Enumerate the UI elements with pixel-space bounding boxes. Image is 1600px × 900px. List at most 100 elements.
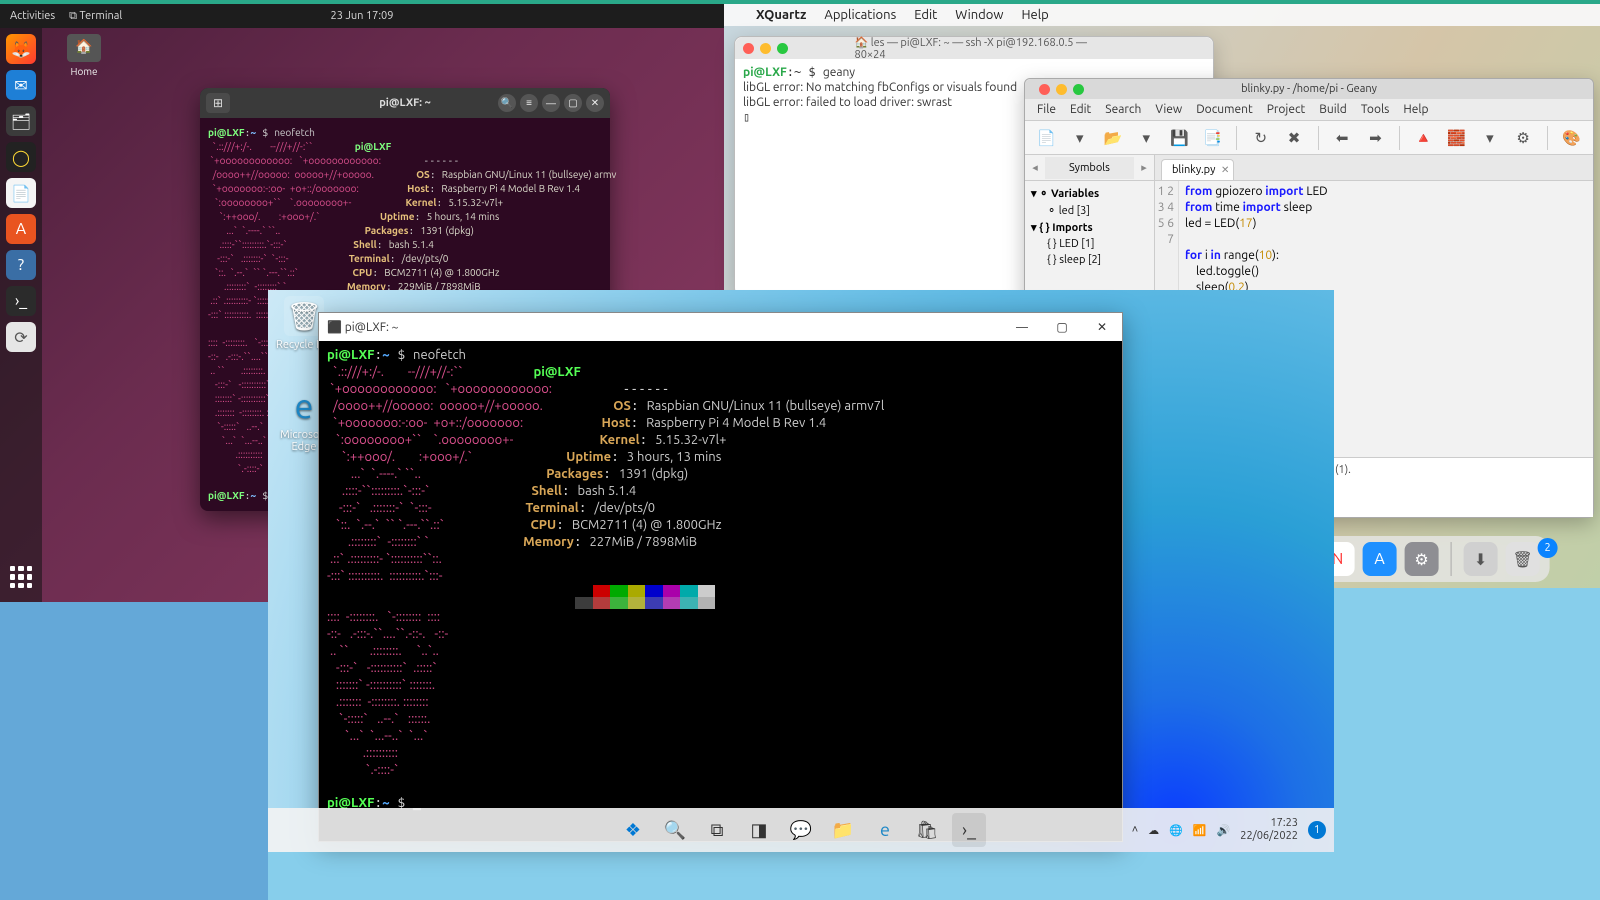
error-line: libGL error: failed to load driver: swra… [743, 96, 952, 109]
menu-applications[interactable]: Applications [824, 8, 896, 22]
trash-icon[interactable]: 🗑2 [1506, 542, 1540, 576]
close-icon[interactable] [1039, 84, 1050, 95]
geany-menu-bar: File Edit Search View Document Project B… [1025, 99, 1593, 121]
tab-scroll-left-icon[interactable]: ◂ [1025, 161, 1045, 174]
software-center-icon[interactable]: A [6, 214, 36, 244]
firefox-icon[interactable]: 🦊 [6, 34, 36, 64]
zoom-icon[interactable] [1073, 84, 1084, 95]
minimize-icon[interactable]: — [542, 94, 560, 112]
new-file-icon[interactable]: 📄 [1035, 126, 1058, 150]
window-title: pi@LXF: ~ [345, 321, 399, 334]
window-titlebar[interactable]: blinky.py - /home/pi - Geany [1025, 79, 1593, 99]
thunderbird-icon[interactable]: ✉ [6, 70, 36, 100]
close-tab-icon[interactable]: ✕ [1221, 164, 1229, 176]
maximize-icon[interactable]: ▢ [1042, 313, 1082, 341]
window-titlebar[interactable]: ⬛ pi@LXF: ~ — ▢ ✕ [319, 313, 1122, 341]
minimize-icon[interactable] [760, 43, 771, 54]
menu-project[interactable]: Project [1267, 103, 1306, 116]
windows-desktop: 🗑Recycle Bin eMicrosoft Edge ⬛ pi@LXF: ~… [268, 290, 1334, 852]
help-icon[interactable]: ? [6, 250, 36, 280]
symbol-tree[interactable]: ▾ ⚬ Variables ⚬ led [3] ▾ { } Imports { … [1025, 181, 1154, 272]
reload-icon[interactable]: ↻ [1249, 126, 1272, 150]
notifications-icon[interactable]: 1 [1308, 821, 1326, 839]
terminal-launcher-icon[interactable]: ›_ [6, 286, 36, 316]
dropdown-icon[interactable]: ▾ [1068, 126, 1091, 150]
start-button[interactable]: ❖ [616, 813, 650, 847]
zoom-icon[interactable] [777, 43, 788, 54]
close-icon[interactable]: ✕ [1082, 313, 1122, 341]
hamburger-icon[interactable]: ≡ [520, 94, 538, 112]
compile-icon[interactable]: 🔺 [1412, 126, 1435, 150]
terminal-content[interactable]: pi@LXF:~ $ neofetch `.::///+:/-. --///+/… [319, 341, 1122, 841]
nav-forward-icon[interactable]: ➡ [1364, 126, 1387, 150]
app-store-icon[interactable]: A [1363, 542, 1397, 576]
chat-icon[interactable]: 💬 [784, 813, 818, 847]
minimize-icon[interactable]: — [1002, 313, 1042, 341]
menu-help[interactable]: Help [1021, 8, 1048, 22]
menu-edit[interactable]: Edit [1070, 103, 1091, 116]
save-all-icon[interactable]: 📑 [1201, 126, 1224, 150]
updates-icon[interactable]: ⟳ [6, 322, 36, 352]
widgets-icon[interactable]: ◨ [742, 813, 776, 847]
taskbar-clock[interactable]: 17:23 22/06/2022 [1240, 817, 1298, 843]
window-titlebar[interactable]: ⊞ pi@LXF: ~ 🔍 ≡ — ▢ ✕ [200, 88, 610, 118]
store-icon[interactable]: 🛍 [910, 813, 944, 847]
home-folder-icon[interactable]: Home [62, 34, 106, 77]
language-icon[interactable]: 🌐 [1169, 824, 1183, 837]
maximize-icon[interactable]: ▢ [564, 94, 582, 112]
windows-taskbar: ❖ 🔍 ⧉ ◨ 💬 📁 e 🛍 ›_ ˄ ☁ 🌐 📶 🔊 17:23 22/06… [268, 808, 1334, 852]
mac-menu-bar: XQuartz Applications Edit Window Help [724, 4, 1600, 26]
edge-taskbar-icon[interactable]: e [868, 813, 902, 847]
sidebar-tab-symbols[interactable]: Symbols [1045, 157, 1134, 179]
save-icon[interactable]: 💾 [1168, 126, 1191, 150]
code-editor[interactable]: 1 2 3 4 5 6 7 from gpiozero import LED f… [1155, 181, 1593, 299]
explorer-icon[interactable]: 📁 [826, 813, 860, 847]
search-icon[interactable]: 🔍 [658, 813, 692, 847]
running-app-indicator[interactable]: ⧉ Terminal [69, 10, 122, 23]
app-name[interactable]: XQuartz [756, 8, 806, 22]
close-file-icon[interactable]: ✖ [1282, 126, 1305, 150]
tray-chevron-icon[interactable]: ˄ [1132, 824, 1138, 836]
close-icon[interactable] [743, 43, 754, 54]
menu-view[interactable]: View [1155, 103, 1182, 116]
menu-edit[interactable]: Edit [914, 8, 937, 22]
rhythmbox-icon[interactable]: ◯ [6, 142, 36, 172]
network-icon[interactable]: 📶 [1193, 824, 1207, 837]
files-icon[interactable]: 🗂 [6, 106, 36, 136]
window-titlebar[interactable]: 🏠 les — pi@LXF: ~ — ssh -X pi@192.168.0.… [735, 37, 1213, 59]
color-picker-icon[interactable]: 🎨 [1560, 126, 1583, 150]
menu-document[interactable]: Document [1196, 103, 1252, 116]
menu-tools[interactable]: Tools [1361, 103, 1390, 116]
minimize-icon[interactable] [1056, 84, 1067, 95]
menu-help[interactable]: Help [1403, 103, 1428, 116]
open-file-icon[interactable]: 📂 [1101, 126, 1124, 150]
ubuntu-dock: 🦊 ✉ 🗂 ◯ 📄 A ? ›_ ⟳ [0, 28, 42, 602]
search-icon[interactable]: 🔍 [498, 94, 516, 112]
close-icon[interactable]: ✕ [586, 94, 604, 112]
task-view-icon[interactable]: ⧉ [700, 813, 734, 847]
run-icon[interactable]: ⚙ [1512, 126, 1535, 150]
terminal-taskbar-icon[interactable]: ›_ [952, 813, 986, 847]
file-tab[interactable]: blinky.py✕ [1161, 159, 1234, 180]
dropdown-icon[interactable]: ▾ [1135, 126, 1158, 150]
new-tab-button[interactable]: ⊞ [206, 93, 230, 113]
nav-back-icon[interactable]: ⬅ [1331, 126, 1354, 150]
downloads-icon[interactable]: ⬇ [1464, 542, 1498, 576]
dropdown-icon[interactable]: ▾ [1478, 126, 1501, 150]
show-apps-button[interactable] [6, 562, 36, 592]
tab-scroll-right-icon[interactable]: ▸ [1134, 161, 1154, 174]
build-icon[interactable]: 🧱 [1445, 126, 1468, 150]
menu-build[interactable]: Build [1319, 103, 1347, 116]
volume-icon[interactable]: 🔊 [1217, 824, 1231, 837]
menu-search[interactable]: Search [1105, 103, 1141, 116]
menu-window[interactable]: Window [955, 8, 1003, 22]
settings-icon[interactable]: ⚙ [1405, 542, 1439, 576]
onedrive-icon[interactable]: ☁ [1148, 824, 1159, 837]
gnome-clock[interactable]: 23 Jun 17:09 [331, 10, 394, 22]
menu-file[interactable]: File [1037, 103, 1056, 116]
cmd-icon: ⬛ [327, 320, 342, 334]
writer-icon[interactable]: 📄 [6, 178, 36, 208]
activities-button[interactable]: Activities [10, 10, 55, 23]
home-label: Home [71, 66, 98, 77]
blank-panel [0, 602, 268, 900]
